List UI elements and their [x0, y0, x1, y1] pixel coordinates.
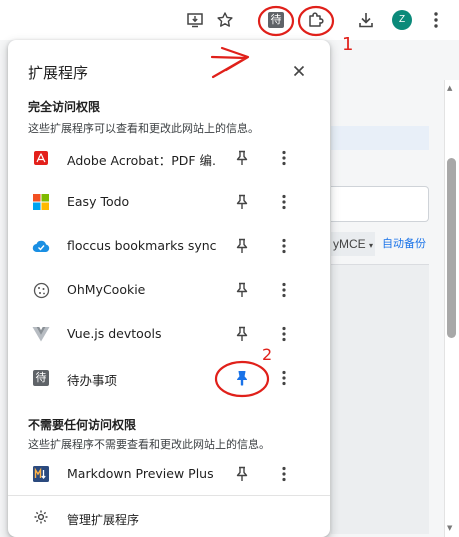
extension-name: 待办事项	[67, 373, 118, 388]
install-app-icon	[187, 13, 203, 28]
bookmark-star-button[interactable]	[213, 8, 237, 32]
pinned-todo-extension-button[interactable]: 待	[264, 8, 288, 32]
extension-name: floccus bookmarks sync	[67, 238, 217, 253]
downloads-button[interactable]	[354, 8, 378, 32]
easy-todo-icon	[32, 193, 50, 211]
download-icon	[359, 13, 373, 28]
kebab-menu-icon	[282, 150, 286, 166]
kebab-menu-icon	[282, 466, 286, 482]
todo-extension-icon: 待	[268, 12, 284, 28]
vue-icon	[32, 325, 50, 343]
kebab-menu-icon	[282, 238, 286, 254]
pin-button[interactable]	[232, 192, 252, 212]
extension-name: OhMyCookie	[67, 282, 146, 297]
kebab-menu-icon	[434, 12, 438, 28]
todo-icon: 待	[32, 369, 50, 387]
extension-item-markdown-preview[interactable]: Markdown Preview Plus	[8, 452, 330, 496]
section-title-full-access: 完全访问权限	[28, 100, 101, 114]
pin-icon	[236, 150, 248, 165]
section-title-no-access: 不需要任何访问权限	[28, 418, 137, 432]
background-banner	[331, 126, 429, 150]
extension-item-ohmycookie[interactable]: OhMyCookie	[8, 268, 330, 312]
cookie-icon	[32, 281, 50, 299]
popup-title: 扩展程序	[28, 64, 89, 82]
extension-item-adobe[interactable]: Adobe Acrobat：PDF 编...	[8, 136, 330, 180]
manage-extensions-label: 管理扩展程序	[67, 513, 140, 527]
browser-toolbar: 待 Z	[0, 0, 459, 40]
page-scrollbar-thumb[interactable]	[447, 158, 456, 338]
more-options-button[interactable]	[274, 280, 294, 300]
section-desc-no-access: 这些扩展程序不需要查看和更改此网站上的信息。	[28, 438, 270, 451]
extension-item-easy-todo[interactable]: Easy Todo	[8, 180, 330, 224]
extension-item-floccus[interactable]: floccus bookmarks sync	[8, 224, 330, 268]
caret-down-icon: ▾	[369, 241, 374, 250]
more-options-button[interactable]	[274, 236, 294, 256]
extension-name: Markdown Preview Plus	[67, 466, 214, 481]
kebab-menu-icon	[282, 370, 286, 386]
pin-icon	[236, 238, 248, 253]
extension-name: Vue.js devtools	[67, 326, 162, 341]
background-panel	[331, 264, 429, 534]
background-select-value: yMCE	[333, 237, 366, 251]
star-icon	[217, 12, 233, 27]
pin-button-active[interactable]	[232, 368, 252, 388]
background-select[interactable]: yMCE ▾	[331, 232, 375, 256]
gear-icon	[32, 508, 50, 526]
pin-button[interactable]	[232, 236, 252, 256]
install-app-button[interactable]	[183, 8, 207, 32]
browser-menu-button[interactable]	[424, 8, 448, 32]
kebab-menu-icon	[282, 326, 286, 342]
extensions-menu-button[interactable]	[304, 8, 328, 32]
adobe-acrobat-icon	[32, 149, 50, 167]
markdown-icon	[32, 465, 50, 483]
pin-filled-icon	[237, 371, 247, 386]
section-desc-full-access: 这些扩展程序可以查看和更改此网站上的信息。	[28, 122, 259, 135]
extension-name: Adobe Acrobat：PDF 编...	[67, 153, 217, 168]
todo-icon-glyph: 待	[33, 370, 49, 386]
extensions-popup: 扩展程序 完全访问权限 这些扩展程序可以查看和更改此网站上的信息。 Adobe …	[8, 40, 330, 537]
more-options-button[interactable]	[274, 148, 294, 168]
manage-extensions-button[interactable]: 管理扩展程序	[8, 502, 330, 532]
pin-icon	[236, 194, 248, 209]
more-options-button[interactable]	[274, 368, 294, 388]
kebab-menu-icon	[282, 282, 286, 298]
close-button[interactable]	[288, 60, 310, 82]
more-options-button[interactable]	[274, 324, 294, 344]
pin-button[interactable]	[232, 464, 252, 484]
extension-item-vue-devtools[interactable]: Vue.js devtools	[8, 312, 330, 356]
pin-button[interactable]	[232, 148, 252, 168]
divider	[8, 495, 330, 496]
profile-button[interactable]: Z	[390, 8, 414, 32]
extension-name: Easy Todo	[67, 194, 130, 209]
background-input[interactable]	[331, 186, 429, 222]
close-icon	[293, 65, 305, 77]
pin-button[interactable]	[232, 280, 252, 300]
pin-icon	[236, 282, 248, 297]
pin-icon	[236, 326, 248, 341]
auto-backup-link[interactable]: 自动备份	[382, 232, 426, 256]
floccus-icon	[32, 237, 50, 255]
scroll-up-icon[interactable]: ▲	[447, 84, 452, 92]
puzzle-icon	[309, 12, 324, 27]
pin-button[interactable]	[232, 324, 252, 344]
more-options-button[interactable]	[274, 464, 294, 484]
extension-item-todo[interactable]: 待 待办事项	[8, 356, 330, 400]
scroll-down-icon[interactable]: ▼	[447, 524, 452, 532]
avatar: Z	[392, 10, 412, 30]
more-options-button[interactable]	[274, 192, 294, 212]
kebab-menu-icon	[282, 194, 286, 210]
pin-icon	[236, 466, 248, 481]
